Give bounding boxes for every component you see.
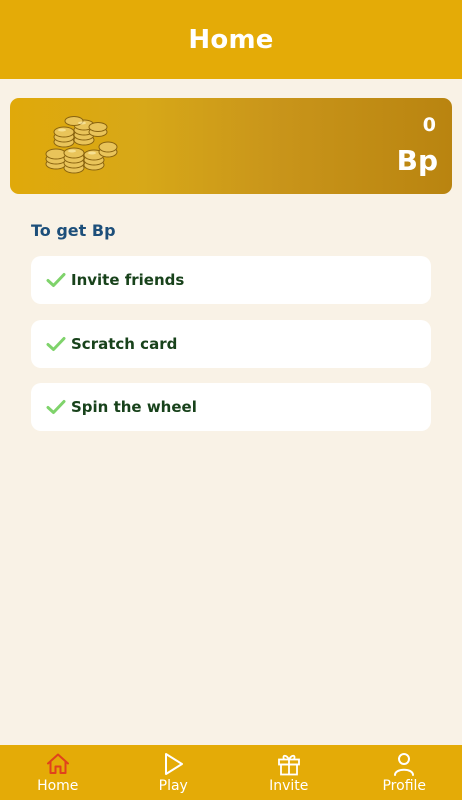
check-icon <box>46 273 66 287</box>
nav-label: Invite <box>269 778 309 794</box>
gift-icon <box>277 754 300 776</box>
profile-icon <box>394 753 415 776</box>
bottom-navigation: Home Play Invite Profile <box>0 745 462 800</box>
check-icon <box>46 400 66 414</box>
header-bar: Home <box>0 0 462 79</box>
nav-label: Home <box>37 778 79 794</box>
task-scratch-card[interactable]: Scratch card <box>31 320 431 368</box>
play-icon <box>165 753 184 775</box>
nav-home[interactable]: Home <box>0 745 116 800</box>
nav-play[interactable]: Play <box>116 745 232 800</box>
page-title: Home <box>188 24 274 55</box>
task-label: Invite friends <box>71 271 185 289</box>
nav-label: Play <box>158 778 188 794</box>
task-label: Scratch card <box>71 335 178 353</box>
task-label: Spin the wheel <box>71 398 197 416</box>
check-icon <box>46 337 66 351</box>
nav-label: Profile <box>382 778 427 794</box>
balance-card: 0 Bp <box>10 98 452 194</box>
task-spin-the-wheel[interactable]: Spin the wheel <box>31 383 431 431</box>
section-title: To get Bp <box>31 221 116 240</box>
balance-unit: Bp <box>396 144 438 177</box>
coins-icon <box>45 116 118 174</box>
home-icon <box>46 753 69 774</box>
nav-profile[interactable]: Profile <box>347 745 462 800</box>
balance-value: 0 <box>422 114 436 136</box>
app-screen: Home 0 Bp To get Bp Invite friends Scrat… <box>0 0 462 800</box>
nav-invite[interactable]: Invite <box>231 745 347 800</box>
task-invite-friends[interactable]: Invite friends <box>31 256 431 304</box>
